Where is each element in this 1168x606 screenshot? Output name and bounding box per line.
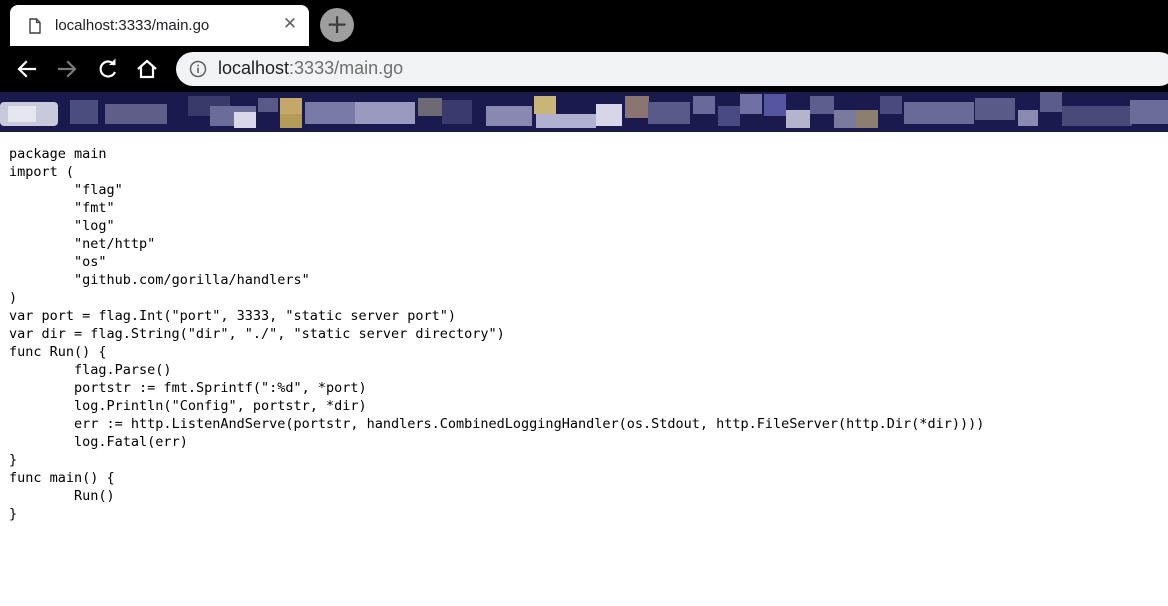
bookmarks-bar-redacted [0, 92, 1168, 132]
new-tab-button[interactable]: + [320, 8, 354, 42]
home-icon[interactable] [134, 56, 160, 82]
back-arrow-icon[interactable] [14, 56, 40, 82]
reload-icon[interactable] [95, 56, 121, 82]
url-text[interactable]: localhost:3333/main.go [218, 58, 403, 79]
source-code-text: package main import ( "flag" "fmt" "log"… [9, 146, 985, 522]
active-tab[interactable]: localhost:3333/main.go ✕ [10, 5, 309, 46]
address-bar[interactable]: localhost:3333/main.go [176, 52, 1168, 86]
toolbar: localhost:3333/main.go [0, 46, 1168, 92]
tab-title: localhost:3333/main.go [55, 17, 210, 34]
document-icon [29, 18, 41, 34]
close-tab-icon[interactable]: ✕ [281, 15, 299, 33]
url-host: localhost [218, 58, 290, 78]
forward-arrow-icon[interactable] [54, 56, 80, 82]
page-content: package main import ( "flag" "fmt" "log"… [0, 132, 1168, 606]
info-icon[interactable] [189, 60, 207, 78]
url-path: :3333/main.go [289, 58, 404, 78]
tab-strip: localhost:3333/main.go ✕ + [0, 0, 1168, 46]
